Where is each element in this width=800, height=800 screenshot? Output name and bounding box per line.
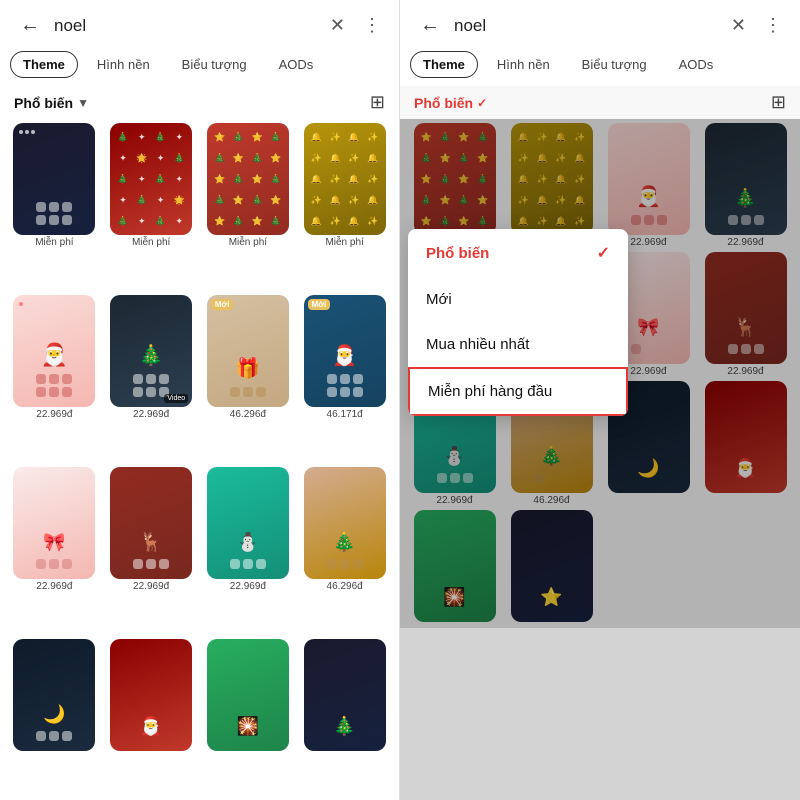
theme-price: 22.969đ [133,409,169,420]
left-tabs: Theme Hình nền Biểu tượng AODs [0,47,399,86]
theme-price: 22.969đ [36,581,72,592]
left-sort-arrow: ▼ [77,96,89,110]
right-search-text: noel [454,16,717,36]
theme-item[interactable]: 🎇 [202,639,295,796]
theme-price: 22.969đ [133,581,169,592]
theme-item[interactable]: 🎅 [105,639,198,796]
theme-item[interactable]: ⭐🎄⭐🎄 🎄⭐🎄⭐ ⭐🎄⭐🎄 🎄⭐🎄⭐ ⭐🎄⭐🎄 Miễn phí [202,123,295,291]
theme-item[interactable]: Mới 🎁 46.296đ [202,295,295,463]
theme-price: 46.171đ [327,409,363,420]
check-icon: ✓ [597,243,610,263]
right-header: ← noel ✕ ⋮ [400,0,800,47]
theme-thumb: 🌙 [13,639,95,751]
left-more-button[interactable]: ⋮ [359,13,385,38]
theme-thumb: Mới 🎅 [304,295,386,407]
theme-item[interactable]: 🎄 Video 22.969đ [105,295,198,463]
left-grid-icon[interactable]: ⊞ [370,92,385,113]
right-tab-bieutung[interactable]: Biểu tượng [569,51,660,78]
left-header: ← noel ✕ ⋮ [0,0,399,47]
theme-thumb: 🎄✦🎄✦ ✦🌟✦🎄 🎄✦🎄✦ ✦🎄✦🌟 🎄✦🎄✦ [110,123,192,235]
right-close-button[interactable]: ✕ [725,13,752,38]
theme-item[interactable]: 🎄✦🎄✦ ✦🌟✦🎄 🎄✦🎄✦ ✦🎄✦🌟 🎄✦🎄✦ Miễn phí [105,123,198,291]
theme-thumb [13,123,95,235]
right-tab-theme[interactable]: Theme [410,51,478,78]
theme-thumb: ⛄ [207,467,289,579]
left-sort-label[interactable]: Phổ biến ▼ [14,95,89,111]
theme-thumb: 🎄 Video [110,295,192,407]
left-tab-bieutung[interactable]: Biểu tượng [169,51,260,78]
theme-item[interactable]: 🎄 [298,639,391,796]
theme-price: Miễn phí [35,237,73,248]
dropdown-item-moi[interactable]: Mới [408,277,628,322]
right-sort-bar: Phổ biến ✓ ⊞ [400,86,800,119]
theme-price: Miễn phí [229,237,267,248]
theme-item[interactable]: 🌙 [8,639,101,796]
left-tab-hinhanh[interactable]: Hình nền [84,51,163,78]
left-back-button[interactable]: ← [14,12,46,39]
theme-item[interactable]: 🔔✨🔔✨ ✨🔔✨🔔 🔔✨🔔✨ ✨🔔✨🔔 🔔✨🔔✨ Miễn phí [298,123,391,291]
dropdown-label: Mới [426,291,452,308]
theme-price: 22.969đ [36,409,72,420]
theme-thumb: 🦌 [110,467,192,579]
left-sort-bar: Phổ biến ▼ ⊞ [0,86,399,119]
theme-price: 46.296đ [230,409,266,420]
left-sort-text: Phổ biến [14,95,73,111]
theme-thumb: 🔔✨🔔✨ ✨🔔✨🔔 🔔✨🔔✨ ✨🔔✨🔔 🔔✨🔔✨ [304,123,386,235]
dropdown-label: Miễn phí hàng đầu [428,383,552,400]
theme-thumb: 🎄 [304,639,386,751]
theme-thumb: ⭐🎄⭐🎄 🎄⭐🎄⭐ ⭐🎄⭐🎄 🎄⭐🎄⭐ ⭐🎄⭐🎄 [207,123,289,235]
left-search-text: noel [54,16,316,36]
right-sort-label[interactable]: Phổ biến ✓ [414,95,487,111]
theme-item[interactable]: ⛄ 22.969đ [202,467,295,635]
theme-item[interactable]: 🦌 22.969đ [105,467,198,635]
theme-thumb: 🎄 [304,467,386,579]
right-sort-arrow: ✓ [477,96,487,110]
dropdown-label: Phổ biến [426,245,489,262]
right-content: ⭐🎄⭐🎄 🎄⭐🎄⭐ ⭐🎄⭐🎄 🎄⭐🎄⭐ ⭐🎄⭐🎄 Miễn phí 🔔✨🔔✨ ✨… [400,119,800,800]
dropdown-dimmer [400,119,800,800]
right-more-button[interactable]: ⋮ [760,13,786,38]
theme-item[interactable]: 🎅 22.969đ [8,295,101,463]
theme-price: Miễn phí [325,237,363,248]
right-sort-text: Phổ biến [414,95,473,111]
dropdown-item-phobien[interactable]: Phổ biến ✓ [408,229,628,277]
theme-thumb: Mới 🎁 [207,295,289,407]
sort-dropdown: Phổ biến ✓ Mới Mua nhiều nhất Miễn phí h… [408,229,628,416]
theme-item[interactable]: Mới 🎅 46.171đ [298,295,391,463]
dropdown-item-mienphi[interactable]: Miễn phí hàng đầu [408,367,628,416]
left-theme-grid: Miễn phí 🎄✦🎄✦ ✦🌟✦🎄 🎄✦🎄✦ ✦🎄✦🌟 🎄✦🎄✦ Miễn p… [0,119,399,800]
theme-item[interactable]: 🎄 46.296đ [298,467,391,635]
left-panel: ← noel ✕ ⋮ Theme Hình nền Biểu tượng AOD… [0,0,400,800]
dropdown-label: Mua nhiều nhất [426,336,529,353]
theme-thumb: 🎅 [13,295,95,407]
theme-item[interactable]: Miễn phí [8,123,101,291]
right-tab-hinhanh[interactable]: Hình nền [484,51,563,78]
right-back-button[interactable]: ← [414,12,446,39]
theme-price: Miễn phí [132,237,170,248]
theme-thumb: 🎇 [207,639,289,751]
left-close-button[interactable]: ✕ [324,13,351,38]
left-tab-theme[interactable]: Theme [10,51,78,78]
right-tab-aods[interactable]: AODs [666,51,727,78]
left-tab-aods[interactable]: AODs [266,51,327,78]
right-grid-icon[interactable]: ⊞ [771,92,786,113]
right-tabs: Theme Hình nền Biểu tượng AODs [400,47,800,86]
theme-thumb: 🎀 [13,467,95,579]
theme-price: 46.296đ [327,581,363,592]
theme-thumb: 🎅 [110,639,192,751]
theme-item[interactable]: 🎀 22.969đ [8,467,101,635]
dropdown-item-muanhieunhat[interactable]: Mua nhiều nhất [408,322,628,367]
theme-price: 22.969đ [230,581,266,592]
right-panel: ← noel ✕ ⋮ Theme Hình nền Biểu tượng AOD… [400,0,800,800]
